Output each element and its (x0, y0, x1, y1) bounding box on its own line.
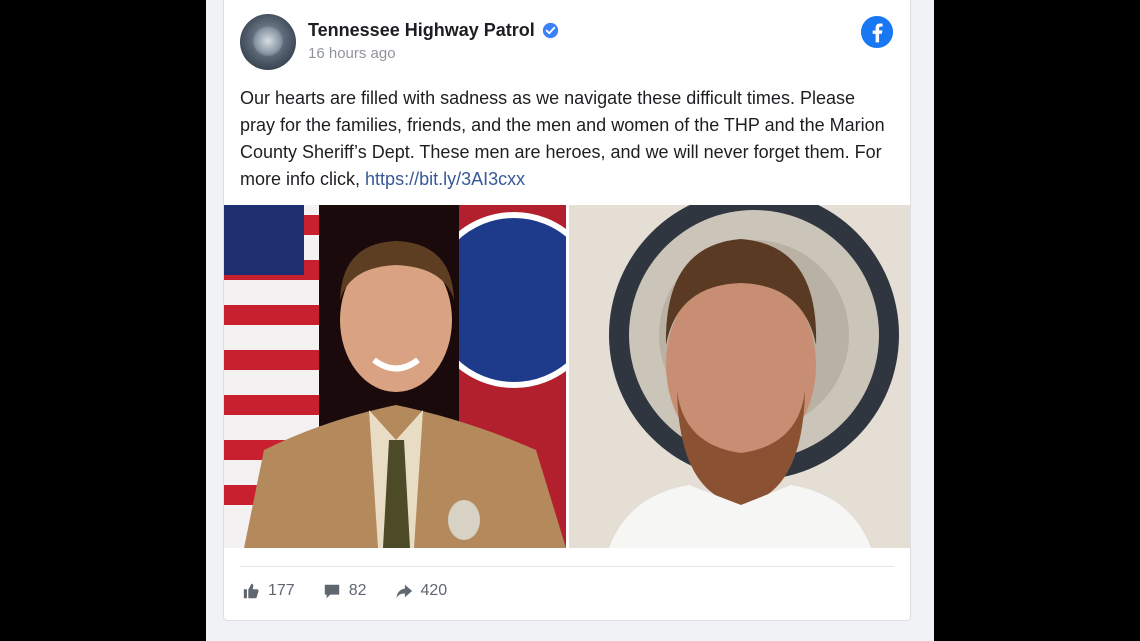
trooper-photo[interactable] (224, 205, 566, 548)
post-text: Our hearts are filled with sadness as we… (240, 88, 885, 189)
share-icon (395, 584, 412, 599)
like-count: 177 (268, 582, 295, 599)
comment-count: 82 (348, 582, 367, 599)
page-avatar[interactable] (240, 14, 296, 70)
thp-badge-image (253, 26, 283, 56)
post-body: Our hearts are filled with sadness as we… (240, 85, 890, 193)
share-button[interactable]: 420 (395, 582, 448, 600)
share-count: 420 (420, 582, 448, 599)
deputy-photo-art (569, 205, 910, 548)
trooper-photo-art (224, 205, 566, 548)
facebook-post-card: Tennessee Highway Patrol 16 hours ago Ou… (223, 0, 911, 621)
post-timestamp[interactable]: 16 hours ago (308, 45, 396, 62)
facebook-icon[interactable] (860, 15, 894, 49)
page-name-row: Tennessee Highway Patrol (308, 20, 559, 41)
like-icon (243, 583, 259, 599)
engagement-bar: 177 82 420 (242, 582, 447, 600)
action-divider (240, 566, 894, 567)
comment-icon (324, 584, 339, 599)
like-button[interactable]: 177 (242, 582, 295, 600)
page-name-link[interactable]: Tennessee Highway Patrol (308, 20, 535, 41)
verified-icon (542, 22, 558, 39)
post-link[interactable]: https://bit.ly/3AI3cxx (365, 169, 525, 189)
comment-button[interactable]: 82 (323, 582, 367, 600)
deputy-photo[interactable] (569, 205, 910, 548)
